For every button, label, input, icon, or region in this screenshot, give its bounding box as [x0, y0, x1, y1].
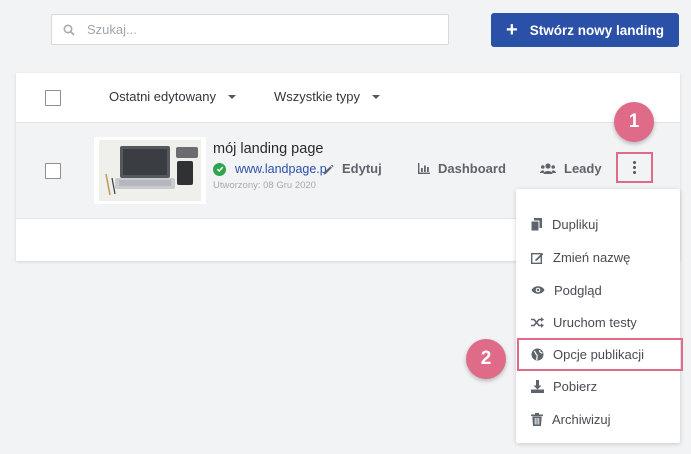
menu-item-label: Duplikuj — [552, 216, 599, 232]
menu-item-label: Opcje publikacji — [553, 346, 645, 362]
landing-thumbnail[interactable] — [94, 137, 206, 204]
eye-icon — [531, 286, 545, 294]
dashboard-button[interactable]: Dashboard — [418, 161, 506, 176]
more-options-button[interactable] — [616, 152, 653, 183]
row-checkbox[interactable] — [45, 163, 61, 179]
caret-down-icon — [371, 94, 380, 99]
kebab-dot — [633, 166, 636, 169]
shuffle-icon — [531, 316, 544, 328]
copy-icon — [531, 217, 542, 231]
type-dropdown-label: Wszystkie typy — [274, 89, 360, 104]
menu-item-label: Pobierz — [553, 378, 598, 394]
sort-dropdown[interactable]: Ostatni edytowany — [109, 89, 236, 104]
caret-down-icon — [227, 94, 236, 99]
menu-item-preview[interactable]: Podgląd — [516, 274, 680, 306]
bar-chart-icon — [418, 163, 430, 174]
kebab-dot — [633, 161, 636, 164]
menu-item-run-tests[interactable]: Uruchom testy — [516, 306, 680, 338]
kebab-dot — [633, 171, 636, 174]
step-badge-1: 1 — [614, 102, 654, 142]
list-header: Ostatni edytowany Wszystkie typy — [16, 73, 680, 123]
check-circle-icon — [213, 162, 226, 176]
menu-item-download[interactable]: Pobierz — [516, 370, 680, 402]
menu-item-duplicate[interactable]: Duplikuj — [516, 208, 680, 240]
edit-icon — [531, 252, 544, 264]
menu-item-archive[interactable]: Archiwizuj — [516, 403, 680, 435]
globe-icon — [531, 348, 544, 360]
sort-dropdown-label: Ostatni edytowany — [109, 89, 216, 104]
create-landing-button[interactable]: + Stwórz nowy landing — [491, 13, 679, 47]
menu-item-publish-options[interactable]: Opcje publikacji — [516, 338, 680, 370]
menu-item-label: Archiwizuj — [552, 411, 611, 427]
step-badge-2: 2 — [466, 339, 506, 379]
more-options-menu: Duplikuj Zmień nazwę Podgląd Uruchom tes… — [516, 189, 680, 443]
type-dropdown[interactable]: Wszystkie typy — [274, 89, 380, 104]
leads-label: Leady — [564, 161, 602, 176]
menu-item-rename[interactable]: Zmień nazwę — [516, 241, 680, 273]
landing-url[interactable]: www.landpage.p — [213, 162, 327, 176]
leads-button[interactable]: Leady — [540, 161, 602, 176]
edit-button[interactable]: Edytuj — [322, 161, 382, 176]
search-field[interactable] — [51, 14, 449, 45]
select-all-checkbox[interactable] — [45, 90, 61, 106]
users-icon — [540, 163, 556, 174]
landing-title[interactable]: mój landing page — [213, 141, 323, 157]
pencil-icon — [323, 164, 334, 174]
search-icon — [63, 23, 75, 36]
trash-icon — [531, 412, 543, 426]
menu-item-label: Podgląd — [554, 282, 602, 298]
search-input[interactable] — [85, 21, 429, 38]
edit-label: Edytuj — [342, 161, 382, 176]
menu-item-label: Zmień nazwę — [553, 249, 631, 265]
dashboard-label: Dashboard — [438, 161, 506, 176]
create-landing-label: Stwórz nowy landing — [529, 22, 664, 38]
download-icon — [531, 379, 544, 393]
plus-icon: + — [506, 19, 518, 41]
landing-created-date: Utworzony: 08 Gru 2020 — [213, 180, 316, 191]
landing-url-text: www.landpage.p — [235, 162, 327, 176]
menu-item-label: Uruchom testy — [553, 314, 637, 330]
